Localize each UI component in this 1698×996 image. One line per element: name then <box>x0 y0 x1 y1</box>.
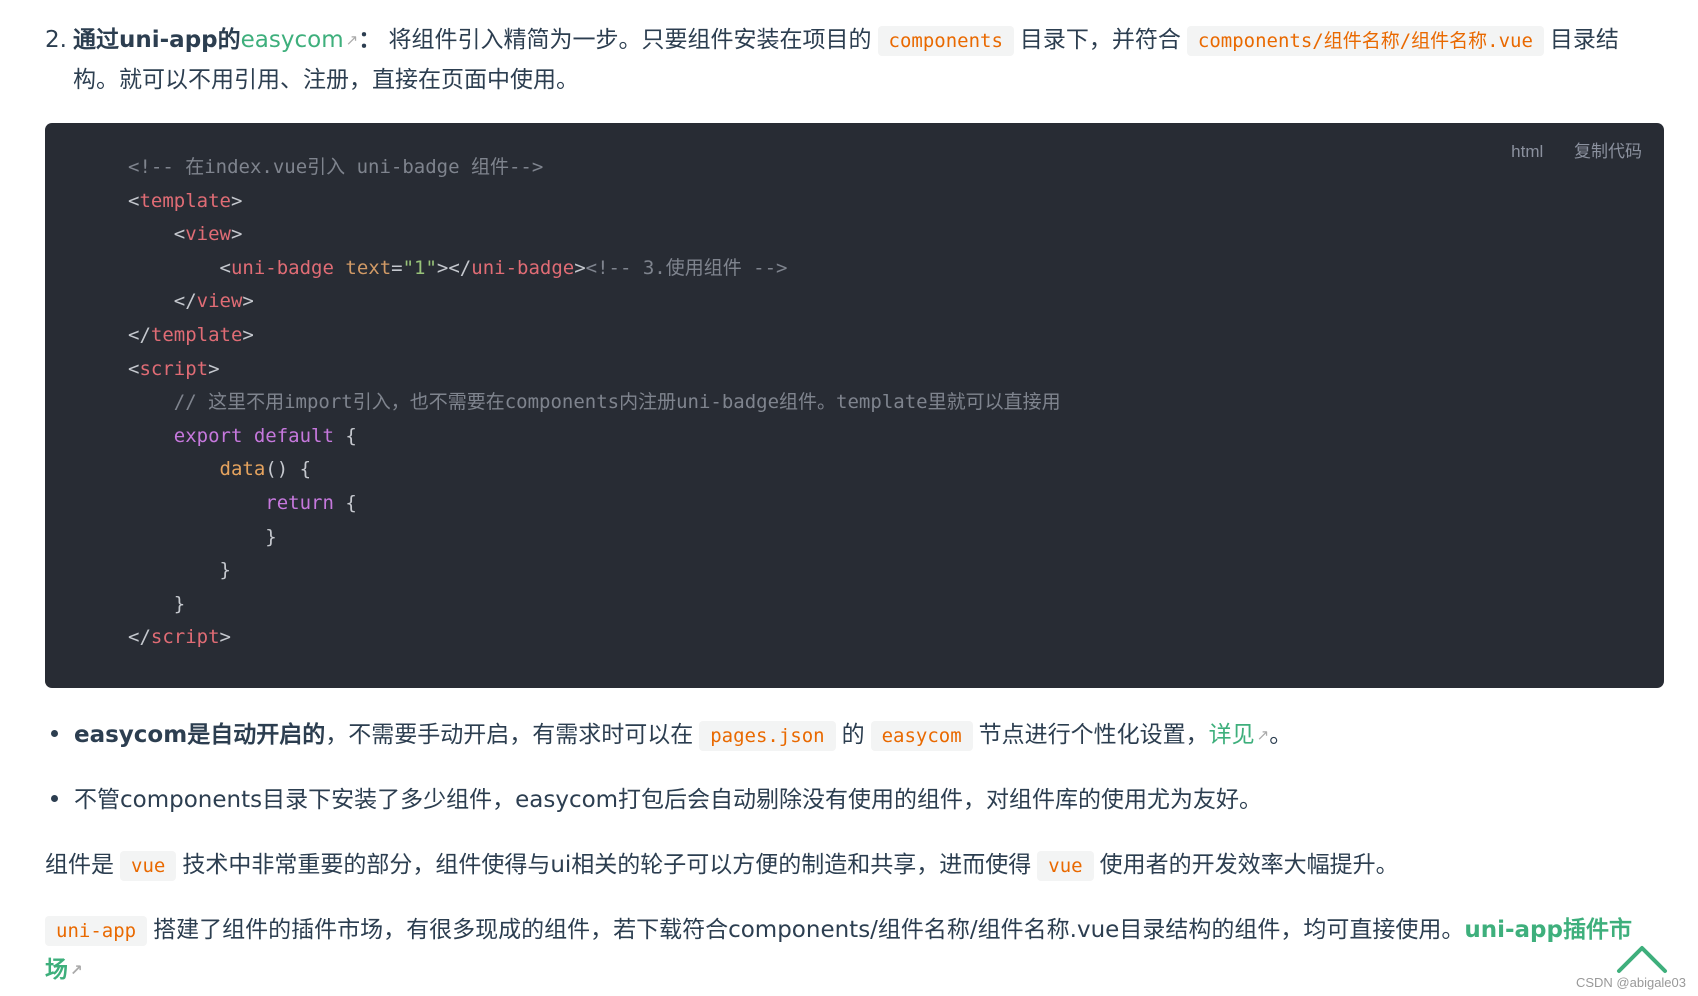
code-line: <script> <box>128 357 220 380</box>
code-content: <!-- 在index.vue引入 uni-badge 组件--> <templa… <box>128 151 1061 655</box>
details-link-label[interactable]: 详见 <box>1209 722 1255 748</box>
item2-text3: 目录结 <box>1549 27 1619 53</box>
bullet-item-1: easycom是自动开启的，不需要手动开启，有需求时可以在 pages.json 的… <box>45 715 1665 756</box>
inline-code-uni-app: uni-app <box>45 916 148 946</box>
item2-text1: 将组件引入精简为一步。只要组件安装在项目的 <box>388 27 872 53</box>
code-line: export default { <box>173 424 357 447</box>
list-item-2: 2. 通过uni-app的easycom ↗： 将组件引入精简为一步。只要组件安装在… <box>45 20 1665 61</box>
code-line: <template> <box>128 189 243 212</box>
code-line: <uni-badge text="1"></uni-badge><!-- 3.使… <box>219 256 788 279</box>
inline-code-easycom: easycom <box>870 721 973 751</box>
external-link-icon: ↗ <box>345 31 359 49</box>
bullet-dot <box>51 730 58 737</box>
code-line: <view> <box>173 223 243 246</box>
list-item-2-line2: 构。就可以不用引用、注册，直接在页面中使用。 <box>73 60 1693 100</box>
para1-text2: 技术中非常重要的部分，组件使得与ui相关的轮子可以方便的制造和共享，进而使得 <box>182 852 1032 878</box>
watermark: CSDN @abigale03 <box>1575 975 1686 990</box>
paragraph-components: 组件是 vue 技术中非常重要的部分，组件使得与ui相关的轮子可以方便的制造和共享，… <box>45 845 1665 886</box>
para1-text3: 使用者的开发效率大幅提升。 <box>1099 852 1399 878</box>
bullet1-text3: 节点进行个性化设置， <box>978 722 1209 748</box>
external-link-icon: ↗ <box>70 961 83 979</box>
bullet-dot <box>51 795 58 802</box>
paragraph-plugin-market: uni-app 搭建了组件的插件市场，有很多现成的组件，若下载符合componen… <box>45 910 1665 951</box>
details-link[interactable]: 详见 ↗ <box>1209 722 1270 748</box>
code-toolbar: html 复制代码 <box>1485 137 1642 162</box>
code-language-label: html <box>1511 142 1544 161</box>
code-line: } <box>265 525 277 548</box>
bullet-item-2: 不管components目录下安装了多少组件，easycom打包后会自动剔除没有… <box>45 780 1665 820</box>
copy-code-button[interactable]: 复制代码 <box>1574 142 1642 161</box>
para2-text1: 搭建了组件的插件市场，有很多现成的组件，若下载符合components/组件名称… <box>153 917 1465 943</box>
code-line: </view> <box>173 290 254 313</box>
bullet1-text2: 的 <box>841 722 865 748</box>
code-line: return { <box>265 491 357 514</box>
code-line: } <box>173 592 186 615</box>
inline-code-path: components/组件名称/组件名称.vue <box>1186 26 1544 56</box>
bold-prefix: 通过uni-app的 <box>73 27 241 53</box>
paragraph-plugin-market-line2: 场 ↗ <box>45 950 1665 990</box>
plugin-market-link[interactable]: uni-app插件市 <box>1464 917 1632 943</box>
code-line: } <box>219 559 231 582</box>
easycom-link[interactable]: easycom ↗ <box>241 27 359 53</box>
plugin-market-link-cont[interactable]: 场 ↗ <box>45 957 83 983</box>
bullet2-text: 不管components目录下安装了多少组件，easycom打包后会自动剔除没有… <box>74 787 1263 813</box>
inline-code-vue-2: vue <box>1037 851 1094 881</box>
plugin-market-link-label[interactable]: uni-app插件市 <box>1464 917 1632 943</box>
code-block: html 复制代码 <!-- 在index.vue引入 uni-badge 组件… <box>45 123 1664 688</box>
bullet1-text1: ，不需要手动开启，有需求时可以在 <box>325 722 694 748</box>
colon: ： <box>358 27 382 53</box>
external-link-icon: ↗ <box>1256 726 1270 744</box>
inline-code-vue: vue <box>120 851 177 881</box>
code-line: <!-- 在index.vue引入 uni-badge 组件--> <box>128 156 544 178</box>
inline-code-pages-json: pages.json <box>699 721 836 751</box>
back-to-top-icon[interactable] <box>1616 944 1668 974</box>
inline-code-components: components <box>877 26 1014 56</box>
code-line: // 这里不用import引入，也不需要在components内注册uni-ba… <box>173 391 1061 414</box>
code-line: </script> <box>128 626 231 649</box>
item2-text2: 目录下，并符合 <box>1019 27 1181 53</box>
code-line: data() { <box>219 458 312 481</box>
list-number: 2. <box>45 27 67 53</box>
code-line: </template> <box>128 323 254 346</box>
item2-text4: 构。就可以不用引用、注册，直接在页面中使用。 <box>73 67 579 93</box>
bullet1-end: 。 <box>1269 722 1293 748</box>
easycom-link-label[interactable]: easycom <box>241 27 344 53</box>
bullet1-bold: easycom是自动开启的 <box>74 722 326 748</box>
plugin-market-link-label-cont[interactable]: 场 <box>45 957 68 983</box>
para1-text1: 组件是 <box>45 852 114 878</box>
